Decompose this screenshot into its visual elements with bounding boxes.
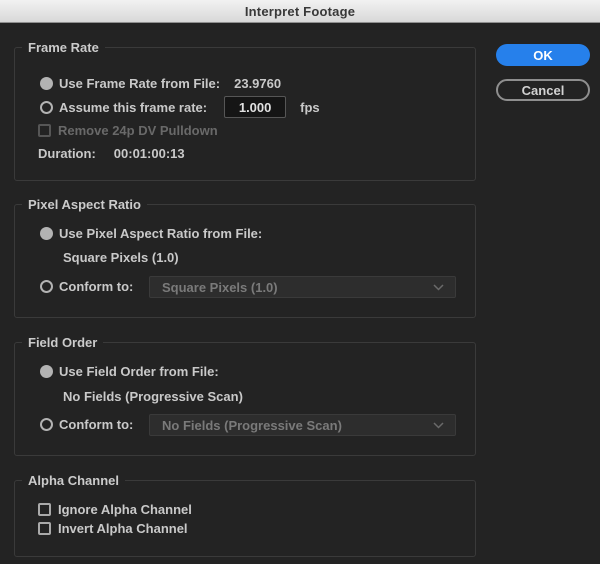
remove-pulldown-label: Remove 24p DV Pulldown — [58, 123, 218, 138]
field-order-section: Field Order Use Field Order from File: N… — [14, 342, 476, 456]
alpha-channel-legend: Alpha Channel — [22, 472, 125, 489]
radio-selected-icon[interactable] — [40, 227, 53, 240]
chevron-down-icon — [433, 422, 444, 429]
titlebar: Interpret Footage — [0, 0, 600, 23]
invert-alpha-row: Invert Alpha Channel — [38, 520, 188, 537]
radio-unselected-icon[interactable] — [40, 418, 53, 431]
par-conform-row: Conform to: — [40, 278, 133, 295]
field-order-legend: Field Order — [22, 334, 103, 351]
checkbox-unchecked-icon[interactable] — [38, 522, 51, 535]
par-conform-dropdown-value: Square Pixels (1.0) — [162, 280, 278, 295]
field-order-conform-label: Conform to: — [59, 417, 133, 432]
radio-unselected-icon[interactable] — [40, 280, 53, 293]
use-frame-rate-label: Use Frame Rate from File: — [59, 76, 220, 91]
frame-rate-section: Frame Rate Use Frame Rate from File: 23.… — [14, 47, 476, 181]
assume-frame-rate-label: Assume this frame rate: — [59, 100, 207, 115]
par-value: Square Pixels (1.0) — [63, 250, 179, 265]
par-conform-label: Conform to: — [59, 279, 133, 294]
field-order-conform-row: Conform to: — [40, 416, 133, 433]
radio-selected-icon[interactable] — [40, 365, 53, 378]
frame-rate-input[interactable] — [224, 96, 286, 118]
par-conform-dropdown[interactable]: Square Pixels (1.0) — [149, 276, 456, 298]
ignore-alpha-label: Ignore Alpha Channel — [58, 502, 192, 517]
window-title: Interpret Footage — [245, 4, 355, 19]
field-order-value: No Fields (Progressive Scan) — [63, 389, 243, 404]
chevron-down-icon — [433, 284, 444, 291]
duration-row: Duration: 00:01:00:13 — [38, 145, 185, 162]
field-order-conform-dropdown[interactable]: No Fields (Progressive Scan) — [149, 414, 456, 436]
use-field-order-row: Use Field Order from File: — [40, 363, 219, 380]
par-value-row: Square Pixels (1.0) — [63, 249, 179, 266]
field-order-value-row: No Fields (Progressive Scan) — [63, 388, 243, 405]
pixel-aspect-ratio-legend: Pixel Aspect Ratio — [22, 196, 147, 213]
frame-rate-legend: Frame Rate — [22, 39, 105, 56]
use-par-row: Use Pixel Aspect Ratio from File: — [40, 225, 262, 242]
checkbox-unchecked-icon[interactable] — [38, 124, 51, 137]
pixel-aspect-ratio-section: Pixel Aspect Ratio Use Pixel Aspect Rati… — [14, 204, 476, 318]
radio-selected-icon[interactable] — [40, 77, 53, 90]
ignore-alpha-row: Ignore Alpha Channel — [38, 501, 192, 518]
frame-rate-value: 23.9760 — [234, 76, 281, 91]
ok-button[interactable]: OK — [496, 44, 590, 66]
invert-alpha-label: Invert Alpha Channel — [58, 521, 188, 536]
fps-label: fps — [300, 100, 320, 115]
interpret-footage-dialog: Interpret Footage Frame Rate Use Frame R… — [0, 0, 600, 564]
use-field-order-label: Use Field Order from File: — [59, 364, 219, 379]
radio-unselected-icon[interactable] — [40, 101, 53, 114]
use-frame-rate-row: Use Frame Rate from File: 23.9760 — [40, 75, 281, 92]
assume-frame-rate-row: Assume this frame rate: fps — [40, 96, 320, 118]
use-par-label: Use Pixel Aspect Ratio from File: — [59, 226, 262, 241]
alpha-channel-section: Alpha Channel Ignore Alpha Channel Inver… — [14, 480, 476, 557]
duration-label: Duration: — [38, 146, 96, 161]
cancel-button[interactable]: Cancel — [496, 79, 590, 101]
remove-pulldown-row: Remove 24p DV Pulldown — [38, 122, 218, 139]
duration-value: 00:01:00:13 — [114, 146, 185, 161]
checkbox-unchecked-icon[interactable] — [38, 503, 51, 516]
field-order-conform-dropdown-value: No Fields (Progressive Scan) — [162, 418, 342, 433]
